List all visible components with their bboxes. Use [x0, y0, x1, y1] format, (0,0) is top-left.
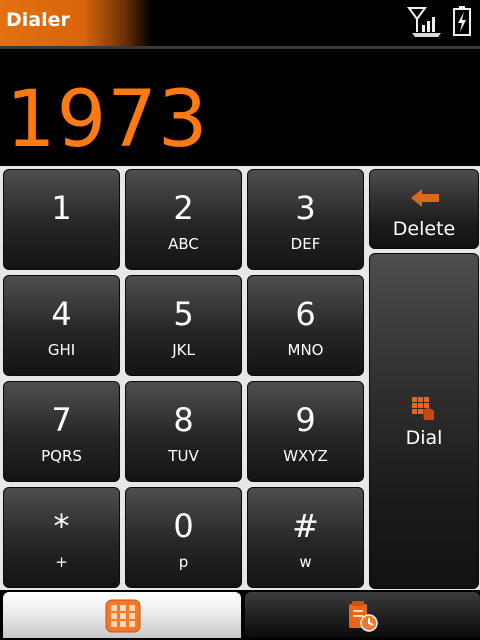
key-digit: 3 [295, 189, 316, 227]
dialed-number: 1973 [6, 75, 209, 165]
key-letters: p [178, 553, 189, 571]
key-0[interactable]: 0 p [125, 487, 242, 588]
key-1[interactable]: 1 [3, 169, 120, 270]
number-display: 1973 [0, 49, 480, 166]
app-title: Dialer [6, 9, 70, 31]
key-hash[interactable]: # w [247, 487, 364, 588]
signal-icon [406, 5, 444, 43]
key-star[interactable]: * + [3, 487, 120, 588]
tab-call-history[interactable] [245, 592, 480, 638]
key-4[interactable]: 4 GHI [3, 275, 120, 376]
key-3[interactable]: 3 DEF [247, 169, 364, 270]
key-letters: WXYZ [283, 447, 328, 465]
back-arrow-icon [409, 188, 441, 212]
key-5[interactable]: 5 JKL [125, 275, 242, 376]
delete-button[interactable]: Delete [369, 169, 479, 249]
key-letters: + [55, 553, 68, 571]
key-digit: 4 [51, 295, 72, 333]
tab-bar [0, 590, 480, 640]
key-9[interactable]: 9 WXYZ [247, 381, 364, 482]
key-letters: ABC [168, 235, 199, 253]
key-digit: 9 [295, 401, 316, 439]
key-7[interactable]: 7 PQRS [3, 381, 120, 482]
key-digit: 7 [51, 401, 72, 439]
key-letters: MNO [287, 341, 324, 359]
key-8[interactable]: 8 TUV [125, 381, 242, 482]
keypad: 1 2 ABC 3 DEF 4 GHI 5 JKL 6 MNO 7 PQRS 8… [0, 166, 480, 590]
key-2[interactable]: 2 ABC [125, 169, 242, 270]
call-history-icon [346, 599, 380, 637]
key-letters: w [299, 553, 312, 571]
dial-button[interactable]: Dial [369, 253, 479, 589]
battery-charging-icon [452, 5, 472, 41]
app-title-tab: Dialer [0, 0, 152, 46]
tab-keypad[interactable] [3, 592, 241, 638]
key-letters: TUV [168, 447, 199, 465]
key-letters: GHI [47, 341, 76, 359]
key-letters: JKL [172, 341, 195, 359]
key-digit: 5 [173, 295, 194, 333]
dial-label: Dial [405, 427, 443, 449]
key-digit: 8 [173, 401, 194, 439]
key-letters: PQRS [41, 447, 82, 465]
key-digit: 6 [295, 295, 316, 333]
key-digit: 1 [51, 189, 72, 227]
status-bar: Dialer [0, 0, 480, 46]
delete-label: Delete [392, 218, 456, 240]
key-digit: * [53, 507, 70, 545]
key-6[interactable]: 6 MNO [247, 275, 364, 376]
key-digit: 2 [173, 189, 194, 227]
keypad-icon [105, 599, 141, 637]
key-digit: 0 [173, 507, 194, 545]
key-digit: # [292, 507, 319, 545]
key-letters: DEF [290, 235, 321, 253]
dial-keypad-icon [410, 396, 436, 426]
